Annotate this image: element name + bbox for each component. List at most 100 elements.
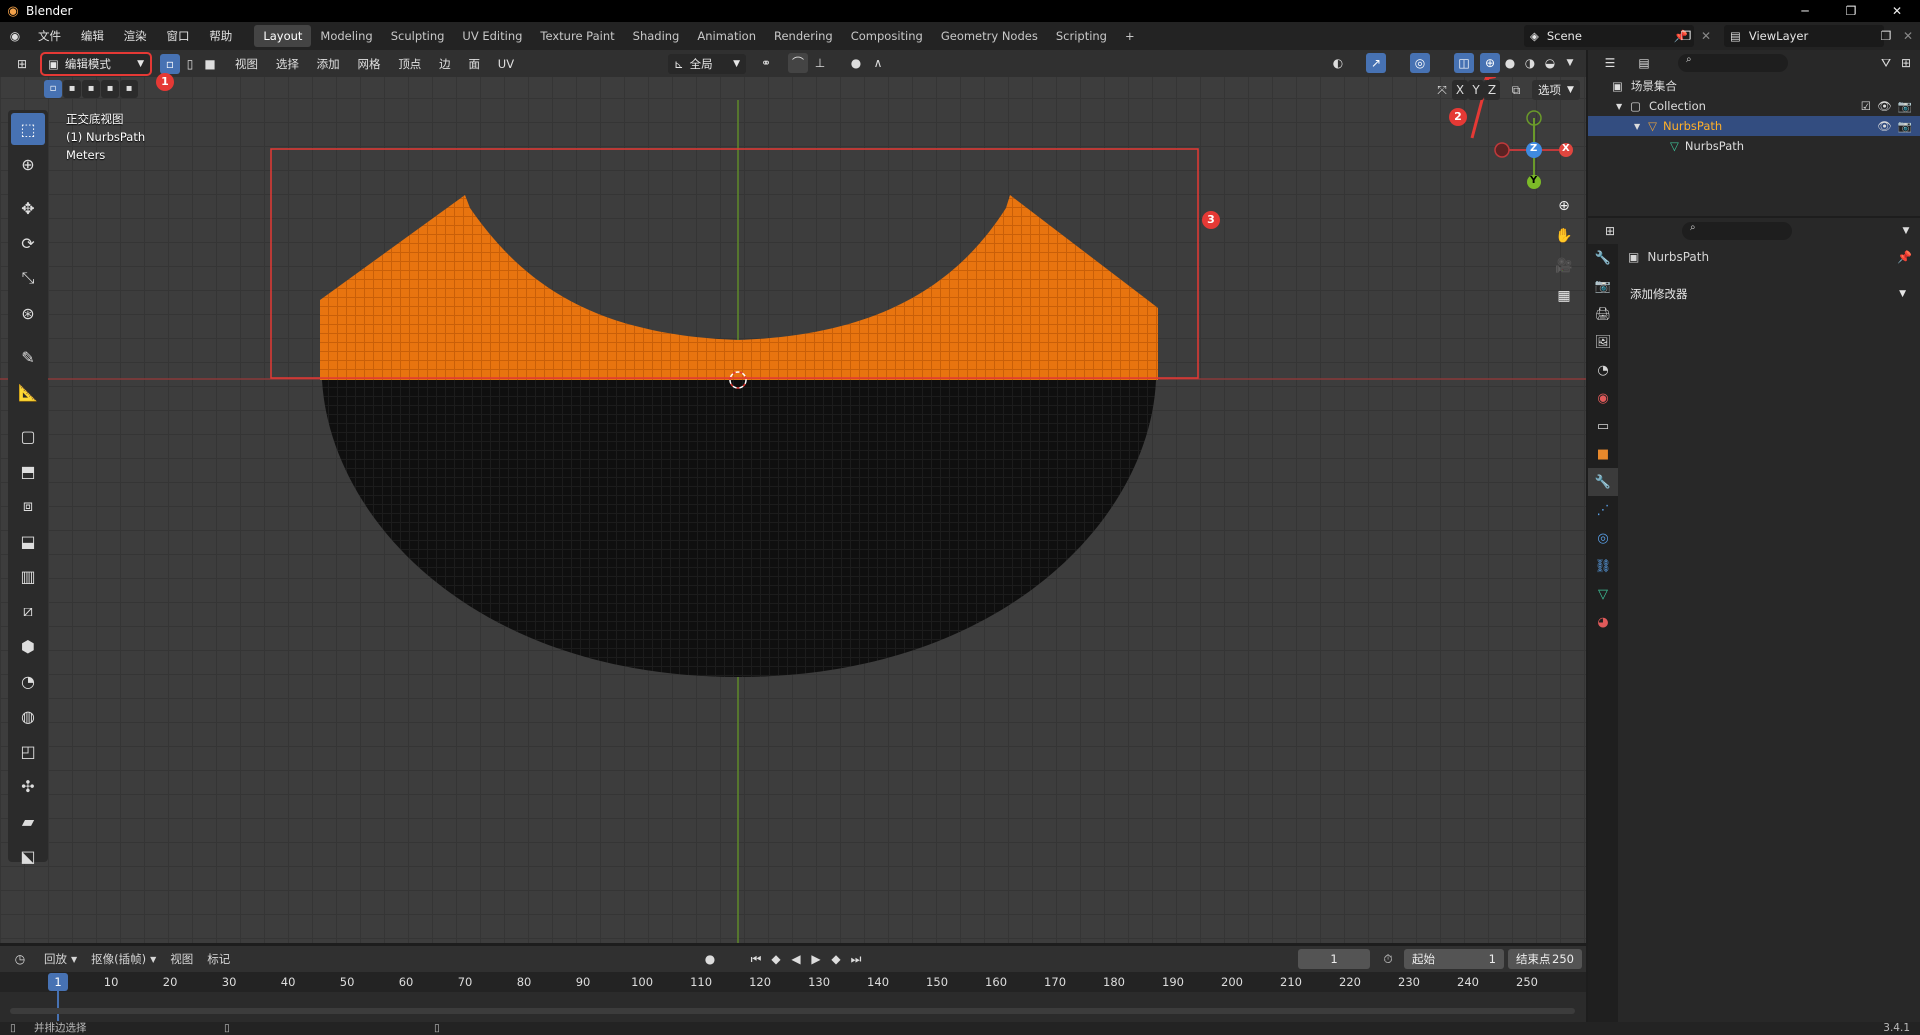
particles-tab-icon[interactable]: ⋰: [1588, 496, 1618, 524]
tab-layout[interactable]: Layout: [254, 25, 312, 47]
menu-render[interactable]: 渲染: [124, 29, 147, 43]
snap-target-icon[interactable]: ⊥: [810, 53, 830, 73]
play-reverse-icon[interactable]: ◀: [786, 949, 806, 969]
chevron-down-icon[interactable]: ▼: [1896, 221, 1916, 241]
tab-modeling[interactable]: Modeling: [311, 25, 381, 47]
camera-icon[interactable]: 📷: [1898, 119, 1912, 133]
material-shading-icon[interactable]: ◑: [1520, 53, 1540, 73]
poly-build-icon[interactable]: ⬢: [11, 630, 45, 662]
eye-icon[interactable]: 👁: [1877, 99, 1892, 113]
wireframe-shading-icon[interactable]: ⊕: [1480, 53, 1500, 73]
visibility-icon[interactable]: ◐: [1328, 53, 1348, 73]
delete-view-layer-icon[interactable]: ✕: [1898, 26, 1918, 46]
inset-icon[interactable]: ⧈: [11, 490, 45, 522]
delete-scene-icon[interactable]: ✕: [1696, 26, 1716, 46]
tab-compositing[interactable]: Compositing: [842, 25, 932, 47]
proportional-edit-icon[interactable]: ●: [846, 53, 866, 73]
edge-select-icon[interactable]: ▯: [180, 54, 200, 74]
smooth-icon[interactable]: ◍: [11, 700, 45, 732]
object-tab-icon[interactable]: ■: [1588, 440, 1618, 468]
new-collection-icon[interactable]: ⊞: [1896, 53, 1916, 73]
vertex-select-icon[interactable]: ▫: [160, 53, 180, 74]
tool-tab-icon[interactable]: 🔧: [1588, 244, 1618, 272]
3d-viewport[interactable]: X Y Z ⊕ ✋ 🎥 ▦ 3 2: [0, 50, 1586, 943]
filter-icon[interactable]: ⛛: [1876, 53, 1896, 73]
maximize-button[interactable]: ❐: [1828, 0, 1874, 22]
gizmo-toggle-icon[interactable]: ↗: [1366, 53, 1386, 73]
transform-icon[interactable]: ⊛: [11, 297, 45, 329]
menu-help[interactable]: 帮助: [209, 29, 232, 43]
edge-slide-icon[interactable]: ◰: [11, 735, 45, 767]
rotate-icon[interactable]: ⟳: [11, 227, 45, 259]
select-intersect-icon[interactable]: ▪: [120, 80, 138, 98]
prev-keyframe-icon[interactable]: ◆: [766, 949, 786, 969]
bevel-icon[interactable]: ⬓: [11, 525, 45, 557]
timeline-view-menu[interactable]: 视图: [170, 951, 193, 967]
axis-x-toggle[interactable]: X: [1452, 80, 1468, 100]
clock-icon[interactable]: ⏱: [1378, 949, 1398, 969]
pin-icon[interactable]: 📌: [1897, 250, 1912, 264]
outliner-row-collection[interactable]: ▼ ▢ Collection ☑ 👁 📷: [1588, 96, 1920, 116]
loop-cut-icon[interactable]: ▥: [11, 560, 45, 592]
new-view-layer-icon[interactable]: ❐: [1876, 26, 1896, 46]
view-layer-selector[interactable]: ▤ ViewLayer: [1724, 25, 1884, 47]
checkbox-icon[interactable]: ☑: [1861, 99, 1871, 113]
data-tab-icon[interactable]: ▽: [1588, 580, 1618, 608]
tab-shading[interactable]: Shading: [624, 25, 689, 47]
menu-add[interactable]: 添加: [317, 57, 340, 71]
menu-vertex[interactable]: 顶点: [398, 57, 421, 71]
measure-icon[interactable]: 📐: [11, 376, 45, 408]
keying-menu[interactable]: 抠像(插帧): [91, 951, 146, 967]
new-scene-icon[interactable]: ❐: [1676, 26, 1696, 46]
auto-keying-icon[interactable]: ●: [700, 949, 720, 969]
falloff-icon[interactable]: ∧: [868, 53, 888, 73]
outliner-row-object[interactable]: ▼ ▽ NurbsPath 👁 📷: [1588, 116, 1920, 136]
shear-icon[interactable]: ▰: [11, 805, 45, 837]
face-select-icon[interactable]: ■: [200, 54, 220, 74]
tab-animation[interactable]: Animation: [688, 25, 765, 47]
play-icon[interactable]: ▶: [806, 949, 826, 969]
tab-uv-editing[interactable]: UV Editing: [453, 25, 531, 47]
menu-edit[interactable]: 编辑: [81, 29, 104, 43]
overlay-toggle-icon[interactable]: ◎: [1410, 53, 1430, 73]
menu-mesh[interactable]: 网格: [357, 57, 380, 71]
properties-editor-icon[interactable]: ⊞: [1600, 221, 1620, 241]
render-tab-icon[interactable]: 📷: [1588, 272, 1618, 300]
select-box-icon[interactable]: ⬚: [11, 113, 45, 145]
outliner-row-scene[interactable]: ▣ 场景集合: [1588, 76, 1920, 96]
outliner-editor-icon[interactable]: ☰: [1600, 53, 1620, 73]
gizmo-z-label[interactable]: Z: [1530, 143, 1537, 154]
menu-edge[interactable]: 边: [439, 57, 451, 71]
shading-options-icon[interactable]: ▼: [1560, 53, 1580, 73]
mirror-icon[interactable]: ⤧: [1432, 80, 1452, 100]
menu-uv[interactable]: UV: [498, 57, 514, 71]
jump-start-icon[interactable]: ⏮: [746, 949, 766, 969]
material-tab-icon[interactable]: ◕: [1588, 608, 1618, 636]
modifier-tab-icon[interactable]: 🔧: [1588, 468, 1618, 496]
eye-icon[interactable]: 👁: [1877, 119, 1892, 133]
menu-file[interactable]: 文件: [38, 29, 61, 43]
scene-tab-icon[interactable]: ◔: [1588, 356, 1618, 384]
collection-tab-icon[interactable]: ▭: [1588, 412, 1618, 440]
next-keyframe-icon[interactable]: ◆: [826, 949, 846, 969]
close-button[interactable]: ✕: [1874, 0, 1920, 22]
menu-select[interactable]: 选择: [276, 57, 299, 71]
timeline-scrollbar[interactable]: [10, 1008, 1575, 1014]
properties-search[interactable]: ⌕: [1682, 222, 1792, 240]
scene-selector[interactable]: ◈ Scene 📌: [1524, 25, 1694, 47]
tab-scripting[interactable]: Scripting: [1047, 25, 1116, 47]
annotate-icon[interactable]: ✎: [11, 341, 45, 373]
axis-y-toggle[interactable]: Y: [1468, 80, 1484, 100]
select-new-icon[interactable]: ▫: [44, 80, 62, 98]
zoom-icon[interactable]: ⊕: [1551, 193, 1577, 219]
tab-sculpting[interactable]: Sculpting: [382, 25, 454, 47]
knife-icon[interactable]: ⧄: [11, 595, 45, 627]
camera-icon[interactable]: 📷: [1898, 99, 1912, 113]
xray-toggle-icon[interactable]: ◫: [1454, 53, 1474, 73]
display-mode-icon[interactable]: ▤: [1634, 53, 1654, 73]
cursor-icon[interactable]: ⊕: [11, 148, 45, 180]
outliner-search[interactable]: ⌕: [1678, 54, 1788, 72]
menu-view[interactable]: 视图: [235, 57, 258, 71]
output-tab-icon[interactable]: 🖨: [1588, 300, 1618, 328]
minimize-button[interactable]: ─: [1782, 0, 1828, 22]
